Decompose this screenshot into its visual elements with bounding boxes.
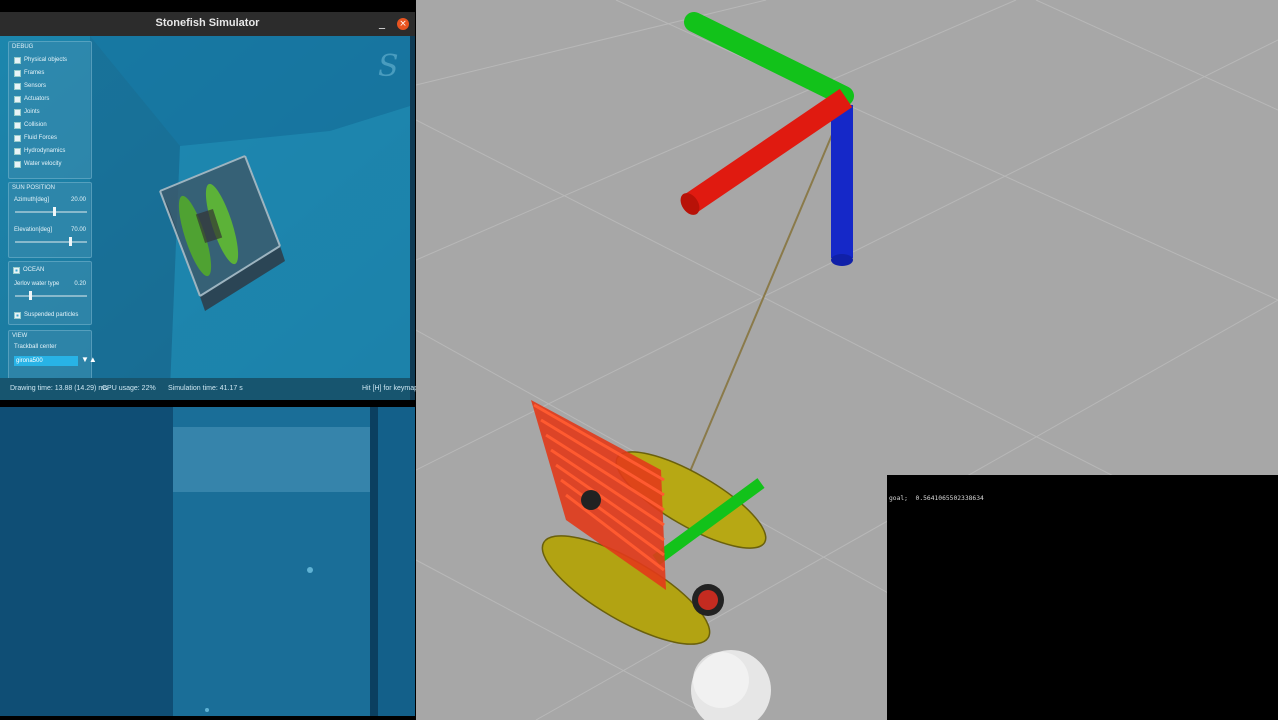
elevation-label: Elevation[deg]	[14, 227, 53, 233]
azimuth-slider-thumb[interactable]	[52, 207, 56, 216]
drawing-time: Drawing time: 13.88 (14.29) ms	[10, 385, 108, 392]
stonefish-window: Stonefish Simulator _ × S DEBUG Physical…	[0, 12, 418, 400]
ocean-checkbox[interactable]	[13, 266, 20, 274]
debug-checkbox[interactable]	[14, 56, 21, 64]
debug-checkbox[interactable]	[14, 69, 21, 77]
debug-checkbox[interactable]	[14, 82, 21, 90]
debug-item-fluid-forces[interactable]: Fluid Forces	[14, 133, 57, 143]
elevation-slider[interactable]	[15, 237, 87, 246]
trackball-select[interactable]: girona500	[14, 356, 78, 366]
debug-item-sensors[interactable]: Sensors	[14, 81, 46, 91]
debug-item-label: Frames	[24, 70, 45, 76]
debug-item-label: Water velocity	[24, 161, 62, 167]
window-title: Stonefish Simulator	[155, 17, 260, 29]
particles-toggle[interactable]: Suspended particles	[14, 310, 78, 320]
debug-panel: DEBUG Physical objects Frames Sensors Actua…	[8, 41, 92, 179]
ocean-header: OCEAN	[23, 267, 45, 273]
camera-view	[0, 407, 415, 716]
debug-item-label: Actuators	[24, 96, 50, 102]
sun-position-panel: SUN POSITION Azimuth[deg] 20.00 Elevatio…	[8, 182, 92, 258]
water-type-slider[interactable]	[15, 291, 87, 300]
azimuth-value: 20.00	[70, 197, 86, 203]
water-type-label: Jerlov water type	[14, 281, 60, 287]
sun-header: SUN POSITION	[12, 185, 56, 191]
azimuth-label: Azimuth[deg]	[14, 197, 50, 203]
debug-item-label: Collision	[24, 122, 47, 128]
debug-header: DEBUG	[12, 44, 34, 50]
water-type-value: 0.20	[74, 281, 86, 287]
particles-checkbox[interactable]	[14, 311, 21, 319]
azimuth-slider[interactable]	[15, 207, 87, 216]
close-button[interactable]: ×	[397, 18, 409, 30]
terminal-output: goal; 0.5641065502338634goal; 0.56410655…	[889, 494, 1276, 503]
debug-item-label: Fluid Forces	[24, 135, 58, 141]
ocean-toggle[interactable]: OCEAN	[13, 265, 44, 275]
debug-item-frames[interactable]: Frames	[14, 68, 44, 78]
debug-checkbox[interactable]	[14, 134, 21, 142]
minimize-button[interactable]: _	[375, 15, 389, 29]
status-bar: Drawing time: 13.88 (14.29) ms CPU usage…	[0, 378, 418, 400]
debug-item-physical-objects[interactable]: Physical objects	[14, 55, 67, 65]
debug-item-water-velocity[interactable]: Water velocity	[14, 159, 61, 169]
view-header: VIEW	[12, 333, 28, 339]
debug-item-label: Joints	[24, 109, 40, 115]
debug-item-label: Sensors	[24, 83, 47, 89]
debug-checkbox[interactable]	[14, 108, 21, 116]
particles-label: Suspended particles	[24, 312, 79, 318]
terminal-line: goal; 0.5641065502338634	[889, 495, 984, 503]
simulation-time: Simulation time: 41.17 s	[168, 385, 243, 392]
camera-scene	[0, 407, 415, 716]
debug-checkbox[interactable]	[14, 160, 21, 168]
elevation-value: 70.00	[70, 227, 86, 233]
debug-item-actuators[interactable]: Actuators	[14, 94, 49, 104]
debug-item-hydrodynamics[interactable]: Hydrodynamics	[14, 146, 65, 156]
ocean-panel: OCEAN Jerlov water type 0.20 Suspended p…	[8, 261, 92, 325]
elevation-slider-thumb[interactable]	[68, 237, 72, 246]
desktop: Stonefish Simulator _ × S DEBUG Physical…	[0, 0, 1278, 720]
debug-item-label: Physical objects	[24, 57, 68, 63]
trackball-arrows-icon[interactable]: ▼▲	[81, 355, 97, 364]
stonefish-logo: S	[378, 49, 399, 84]
window-titlebar[interactable]: Stonefish Simulator _ ×	[0, 12, 415, 36]
debug-checkbox[interactable]	[14, 147, 21, 155]
debug-checkbox[interactable]	[14, 95, 21, 103]
trackball-label: Trackball center	[14, 344, 57, 350]
cpu-usage: CPU usage: 22%	[102, 385, 156, 392]
water-type-slider-thumb[interactable]	[28, 291, 32, 300]
terminal-window[interactable]: goal; 0.5641065502338634goal; 0.56410655…	[887, 475, 1278, 720]
debug-item-label: Hydrodynamics	[24, 148, 66, 154]
keymap-hint: Hit [H] for keymap	[362, 385, 419, 392]
simulator-viewport[interactable]: S DEBUG Physical objects Frames Sensors Act…	[0, 36, 410, 390]
debug-checkbox[interactable]	[14, 121, 21, 129]
debug-item-joints[interactable]: Joints	[14, 107, 40, 117]
debug-item-collision[interactable]: Collision	[14, 120, 47, 130]
